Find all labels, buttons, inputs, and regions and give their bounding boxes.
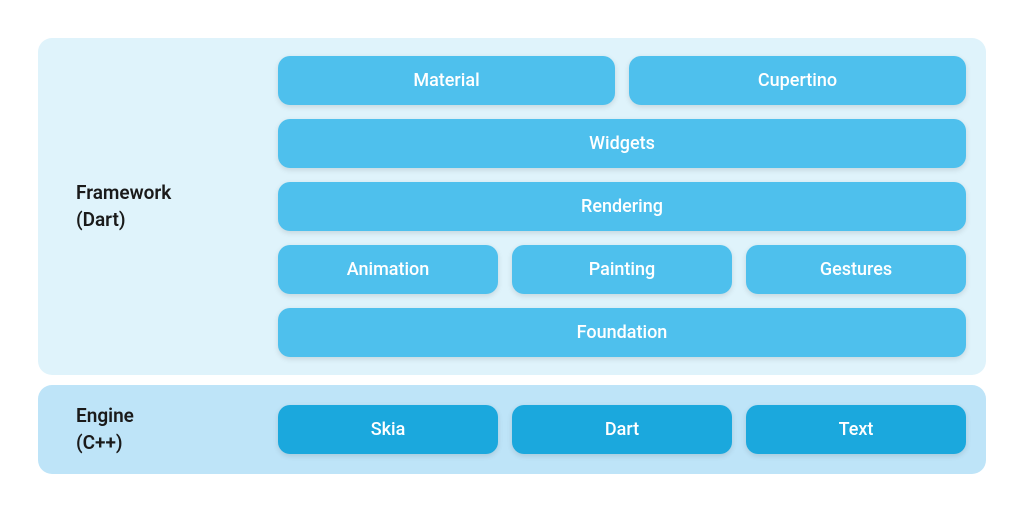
framework-row: Foundation: [278, 308, 966, 357]
engine-label-subtitle: (C++): [76, 430, 278, 457]
architecture-diagram: Framework (Dart) Material Cupertino Widg…: [38, 38, 986, 474]
block-skia: Skia: [278, 405, 498, 454]
framework-row: Animation Painting Gestures: [278, 245, 966, 294]
engine-row: Skia Dart Text: [278, 405, 966, 454]
block-dart: Dart: [512, 405, 732, 454]
framework-label-subtitle: (Dart): [76, 207, 278, 234]
block-animation: Animation: [278, 245, 498, 294]
framework-row: Rendering: [278, 182, 966, 231]
block-foundation: Foundation: [278, 308, 966, 357]
block-material: Material: [278, 56, 615, 105]
block-widgets: Widgets: [278, 119, 966, 168]
engine-content: Skia Dart Text: [278, 405, 966, 454]
framework-label: Framework (Dart): [58, 180, 278, 233]
block-rendering: Rendering: [278, 182, 966, 231]
framework-content: Material Cupertino Widgets Rendering Ani…: [278, 56, 966, 357]
framework-section: Framework (Dart) Material Cupertino Widg…: [38, 38, 986, 375]
block-cupertino: Cupertino: [629, 56, 966, 105]
framework-label-title: Framework: [76, 180, 278, 207]
framework-row: Widgets: [278, 119, 966, 168]
block-gestures: Gestures: [746, 245, 966, 294]
engine-label: Engine (C++): [58, 403, 278, 456]
block-text: Text: [746, 405, 966, 454]
engine-label-title: Engine: [76, 403, 278, 430]
block-painting: Painting: [512, 245, 732, 294]
engine-section: Engine (C++) Skia Dart Text: [38, 385, 986, 474]
framework-row: Material Cupertino: [278, 56, 966, 105]
